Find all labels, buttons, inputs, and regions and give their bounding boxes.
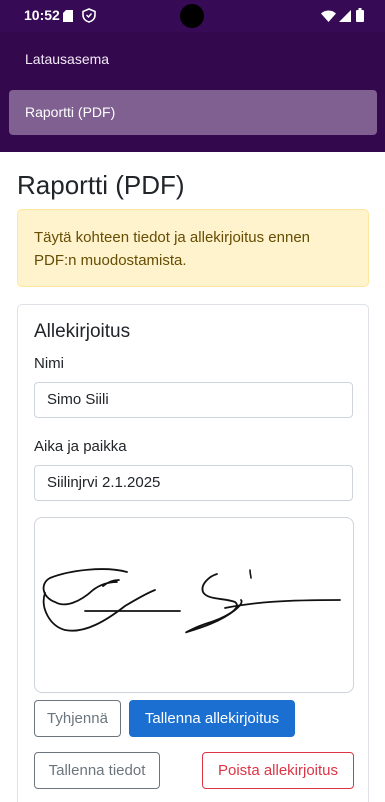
shield-icon [82,8,96,28]
place-field[interactable]: Siilinjrvi 2.1.2025 [34,465,353,501]
signal-icon [339,9,351,27]
status-time: 10:52 [24,7,60,23]
name-field[interactable]: Simo Siili [34,382,353,418]
page-title: Raportti (PDF) [17,170,185,200]
signature-pad[interactable] [34,517,354,693]
place-label: Aika ja paikka [34,438,127,455]
status-bar: 10:52 [0,0,385,32]
signature-card: Allekirjoitus Nimi Simo Siili Aika ja pa… [17,304,369,802]
nav-item-latausasema[interactable]: Latausasema [25,51,109,67]
nav-item-raportti[interactable]: Raportti (PDF) [9,90,377,135]
save-signature-button[interactable]: Tallenna allekirjoitus [129,700,295,737]
save-info-button[interactable]: Tallenna tiedot [34,752,160,789]
signature-drawing [42,568,341,634]
nav-item-label: Raportti (PDF) [25,104,116,120]
clear-button[interactable]: Tyhjennä [34,700,121,737]
sd-card-icon [63,9,73,27]
delete-signature-button[interactable]: Poista allekirjoitus [202,752,354,789]
side-navigation: Latausasema Raportti (PDF) [0,32,385,152]
warning-alert: Täytä kohteen tiedot ja allekirjoitus en… [17,209,369,287]
camera-cutout [180,4,204,28]
battery-icon [356,8,364,27]
card-title: Allekirjoitus [34,321,131,342]
name-label: Nimi [34,355,64,372]
wifi-icon [321,9,336,27]
